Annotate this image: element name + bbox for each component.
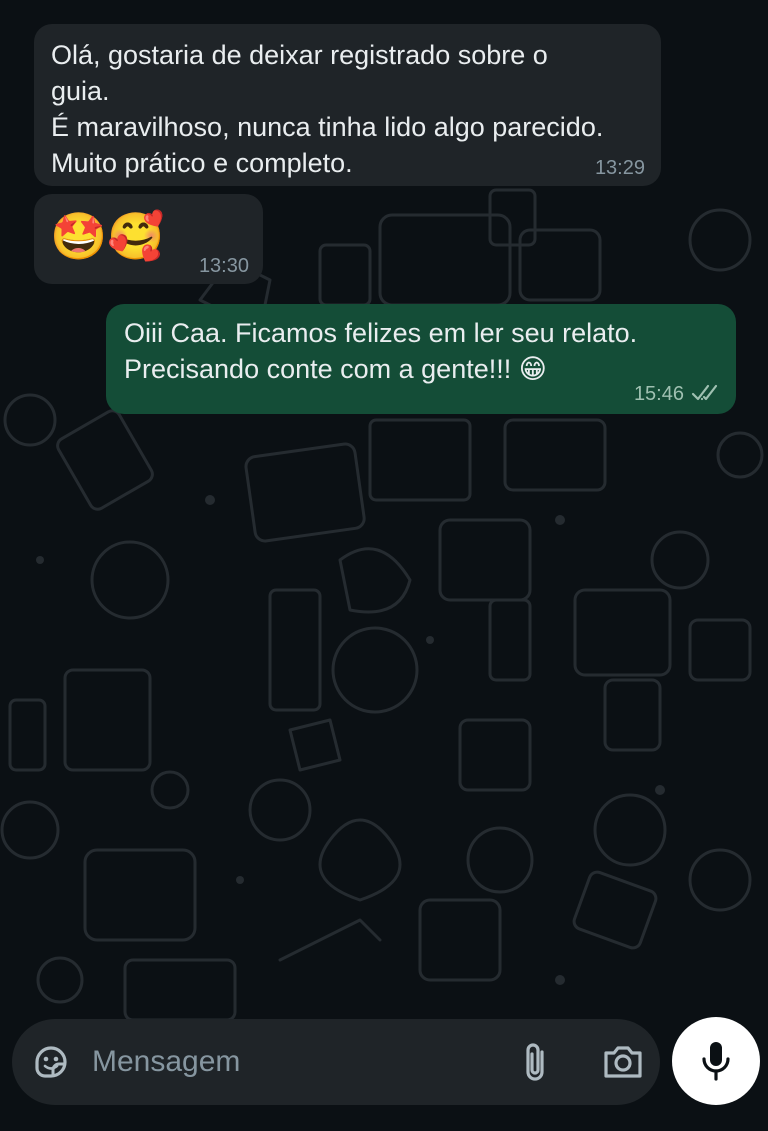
message-timestamp: 13:30 xyxy=(198,255,249,277)
message-timestamp: 15:46 xyxy=(633,383,684,405)
voice-record-button[interactable] xyxy=(672,1017,760,1105)
microphone-icon xyxy=(702,1042,730,1081)
incoming-emoji-bubble[interactable]: 🤩🥰 13:30 xyxy=(34,194,263,284)
emoji-content: 🤩🥰 xyxy=(50,209,165,263)
message-composer xyxy=(12,1019,660,1105)
message-text: Olá, gostaria de deixar registrado sobre… xyxy=(51,40,604,178)
paperclip-icon[interactable] xyxy=(520,1040,550,1084)
camera-icon[interactable] xyxy=(602,1043,644,1081)
message-timestamp: 13:29 xyxy=(594,157,645,179)
sticker-icon[interactable] xyxy=(31,1042,71,1082)
message-input[interactable] xyxy=(92,1040,492,1084)
chat-screen: Olá, gostaria de deixar registrado sobre… xyxy=(0,0,768,1131)
message-text: Oiii Caa. Ficamos felizes em ler seu rel… xyxy=(124,318,638,384)
incoming-message-bubble[interactable]: Olá, gostaria de deixar registrado sobre… xyxy=(34,24,661,186)
double-check-icon xyxy=(691,384,718,401)
outgoing-message-bubble[interactable]: Oiii Caa. Ficamos felizes em ler seu rel… xyxy=(106,304,736,414)
